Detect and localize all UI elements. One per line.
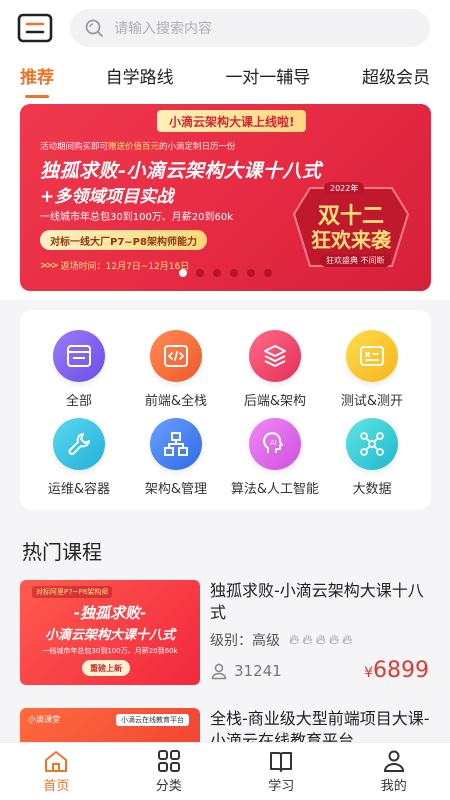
course-level: 级别： 高级 🔥︎ 🔥︎ 🔥︎ 🔥︎ 🔥︎ — [210, 632, 353, 649]
carousel-dot[interactable] — [247, 269, 255, 277]
menu-icon[interactable] — [16, 12, 54, 44]
network-icon — [346, 418, 398, 470]
tab-tutoring[interactable]: 一对一辅导 — [225, 63, 310, 94]
flame-icon: 🔥︎ — [342, 632, 353, 648]
layers-icon — [249, 330, 301, 382]
category-bigdata[interactable]: 大数据 — [322, 418, 422, 504]
user-icon — [383, 750, 404, 772]
grid-icon — [157, 750, 180, 772]
tab-recommend[interactable]: 推荐 — [20, 63, 54, 94]
bottom-nav: 首页 分类 学习 我的 — [0, 742, 450, 800]
course-thumbnail[interactable]: 对标阿里P7~P8架构师 -独孤求败- 小滴云架构大课十八式 一线城市年总包30… — [20, 580, 200, 685]
carousel-dot[interactable] — [179, 269, 187, 277]
nav-category[interactable]: 分类 — [129, 749, 209, 794]
flame-icon: 🔥︎ — [289, 632, 300, 648]
ai-head-icon: AI — [249, 418, 301, 470]
user-icon — [211, 663, 227, 680]
category-all[interactable]: 全部 — [29, 330, 129, 416]
promo-banner[interactable]: 小滴云架构大课上线啦! 活动期间购买即可赠送价值百元的小滴定制日历一份 独孤求败… — [20, 104, 431, 291]
banner-title: 独孤求败-小滴云架构大课十八式 — [40, 160, 322, 182]
carousel-dots[interactable] — [20, 269, 431, 277]
flame-icon: 🔥︎ — [328, 632, 340, 648]
book-icon — [270, 752, 293, 772]
test-icon — [346, 330, 398, 382]
carousel-dot[interactable] — [264, 269, 272, 277]
category-ops[interactable]: 运维&容器 — [29, 418, 129, 504]
search-bar[interactable]: 请输入搜索内容 — [70, 9, 430, 47]
flame-icon: 🔥︎ — [315, 632, 326, 648]
banner-pill: 对标一线大厂P7~P8架构师能力 — [40, 230, 207, 250]
wrench-icon — [53, 418, 105, 470]
section-title-hot: 热门课程 — [22, 540, 102, 564]
thumb-button: 重磅上新 — [82, 660, 130, 676]
flame-icon: 🔥︎ — [302, 632, 313, 648]
home-icon — [45, 751, 68, 772]
course-price: ¥6899 — [364, 658, 429, 683]
banner-salary: 一线城市年总包30到100万、月薪20到60k — [40, 212, 234, 223]
double12-badge: 2022年 双十二 狂欢来袭 狂欢盛典 不间断 — [290, 174, 412, 274]
nav-study[interactable]: 学习 — [241, 749, 321, 794]
category-backend[interactable]: 后端&架构 — [225, 330, 325, 416]
code-icon — [150, 330, 202, 382]
tab-self-study[interactable]: 自学路线 — [106, 63, 174, 94]
org-chart-icon — [150, 418, 202, 470]
nav-mine[interactable]: 我的 — [354, 749, 434, 794]
window-icon — [53, 330, 105, 382]
course-title[interactable]: 独孤求败-小滴云架构大课十八式 — [210, 580, 430, 624]
nav-home[interactable]: 首页 — [16, 749, 96, 794]
course-students: 31241 — [210, 662, 282, 680]
course-card[interactable]: 对标阿里P7~P8架构师 -独孤求败- 小滴云架构大课十八式 一线城市年总包30… — [20, 580, 431, 690]
tab-vip[interactable]: 超级会员 — [362, 63, 430, 94]
banner-tag: 小滴云架构大课上线啦! — [157, 110, 307, 132]
carousel-dot[interactable] — [213, 269, 221, 277]
svg-text:AI: AI — [270, 439, 277, 447]
category-ai[interactable]: AI 算法&人工智能 — [225, 418, 325, 504]
top-tabs: 推荐 自学路线 一对一辅导 超级会员 — [0, 56, 450, 100]
carousel-dot[interactable] — [196, 269, 204, 277]
category-testing[interactable]: 测试&测开 — [322, 330, 422, 416]
category-architecture[interactable]: 架构&管理 — [126, 418, 226, 504]
search-placeholder: 请输入搜索内容 — [114, 21, 212, 37]
banner-title-2: +多领域项目实战 — [40, 187, 174, 207]
search-icon — [85, 19, 103, 37]
banner-subtitle: 活动期间购买即可赠送价值百元的小滴定制日历一份 — [40, 142, 236, 152]
category-card: 全部 前端&全栈 后端&架构 测试&测开 运维&容器 架构&管理 AI 算法&人… — [20, 310, 431, 510]
top-header: 请输入搜索内容 — [0, 0, 450, 56]
category-frontend[interactable]: 前端&全栈 — [126, 330, 226, 416]
carousel-dot[interactable] — [230, 269, 238, 277]
